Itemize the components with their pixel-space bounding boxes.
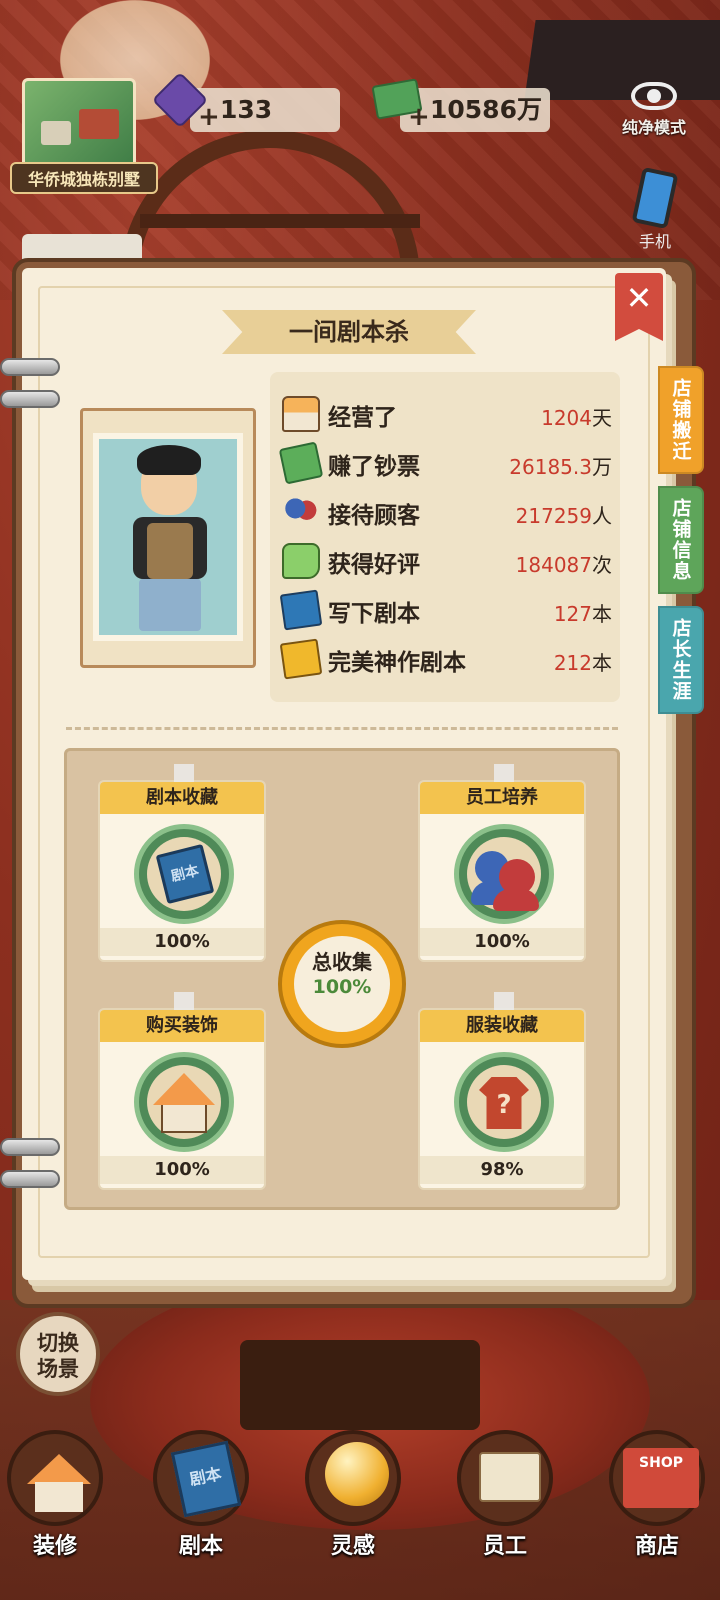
stat-label: 接待顾客 — [328, 503, 420, 529]
card-percent: 100% — [100, 1156, 264, 1184]
card-title: 员工培养 — [420, 782, 584, 814]
nav-inspiration[interactable]: 灵感 — [298, 1430, 408, 1580]
card-icon-ring: 剧本 — [134, 824, 234, 924]
staff-icon — [467, 837, 541, 911]
script-book-icon — [279, 589, 323, 631]
binder-ring — [0, 1138, 60, 1156]
house-icon — [147, 1065, 221, 1139]
stat-label: 赚了钞票 — [328, 454, 420, 480]
binder-ring — [0, 1170, 60, 1188]
stat-row-reviews: 获得好评 184087次 — [282, 539, 612, 583]
script-book-icon: 剧本 — [153, 1430, 249, 1526]
card-percent: 100% — [420, 928, 584, 956]
card-icon-ring — [454, 824, 554, 924]
stat-row-masterpieces: 完美神作剧本 212本 — [279, 637, 612, 681]
card-percent: 100% — [100, 928, 264, 956]
table — [240, 1340, 480, 1430]
card-icon-ring — [134, 1052, 234, 1152]
nav-label: 员工 — [482, 1534, 527, 1559]
total-collection-ring: 总收集 100% — [278, 920, 406, 1048]
house-icon — [282, 396, 320, 432]
staff-badge-icon — [457, 1430, 553, 1526]
gem-amount: 133 — [220, 95, 273, 124]
stat-value: 184087次 — [515, 553, 612, 577]
stat-value: 1204天 — [541, 406, 612, 430]
nav-shop[interactable]: SHOP 商店 — [602, 1430, 712, 1580]
nav-staff[interactable]: 员工 — [450, 1430, 560, 1580]
shirt-icon: ? — [479, 1077, 529, 1129]
tab-store-info[interactable]: 店铺信息 — [658, 486, 704, 594]
switch-scene-line1: 切换 — [37, 1331, 79, 1355]
nav-script[interactable]: 剧本 剧本 — [146, 1430, 256, 1580]
stat-value: 212本 — [553, 651, 612, 675]
card-title: 剧本收藏 — [100, 782, 264, 814]
switch-scene-button[interactable]: 切换 场景 — [16, 1312, 100, 1396]
location-thumbnail[interactable] — [22, 78, 136, 170]
card-buy-decoration[interactable]: 购买装饰 100% — [98, 992, 266, 1190]
nav-label: 商店 — [634, 1534, 679, 1559]
add-cash-icon[interactable]: + — [408, 104, 430, 130]
total-collection-value: 100% — [312, 976, 372, 998]
stat-value: 26185.3万 — [509, 455, 612, 479]
stat-row-customers: 接待顾客 217259人 — [282, 490, 612, 534]
total-collection-label: 总收集 — [312, 950, 372, 974]
cash-counter[interactable]: + 10586万 — [371, 78, 550, 132]
pure-mode-button[interactable]: 纯净模式 — [606, 78, 702, 144]
stat-label: 写下剧本 — [328, 601, 420, 627]
tab-manager-career[interactable]: 店长生涯 — [658, 606, 704, 714]
script-book-icon: 剧本 — [155, 843, 215, 905]
stat-row-money: 赚了钞票 26185.3万 — [278, 441, 612, 485]
customers-icon — [282, 494, 320, 530]
nav-label: 灵感 — [330, 1534, 375, 1559]
stat-label: 完美神作剧本 — [328, 650, 466, 676]
card-percent: 98% — [420, 1156, 584, 1184]
switch-scene-line2: 场景 — [37, 1357, 79, 1381]
shelf — [140, 214, 420, 228]
binder-ring — [0, 358, 60, 376]
money-icon — [278, 441, 324, 485]
stat-label: 经营了 — [328, 405, 397, 431]
pure-mode-label: 纯净模式 — [621, 118, 686, 137]
card-title: 服装收藏 — [420, 1010, 584, 1042]
store-title: 一间剧本杀 — [222, 310, 476, 354]
stat-row-days: 经营了 1204天 — [282, 392, 612, 436]
card-title: 购买装饰 — [100, 1010, 264, 1042]
add-gems-icon[interactable]: + — [198, 104, 220, 130]
character-avatar — [93, 433, 243, 641]
card-staff-training[interactable]: 员工培养 100% — [418, 764, 586, 962]
gold-script-icon — [279, 638, 323, 680]
location-name: 华侨城独栋别墅 — [10, 162, 158, 194]
manager-portrait — [80, 408, 256, 668]
decorate-house-icon — [7, 1430, 103, 1526]
stat-label: 获得好评 — [328, 552, 420, 578]
cash-amount: 10586万 — [430, 95, 542, 124]
stat-value: 217259人 — [515, 504, 612, 528]
eye-icon — [631, 82, 677, 110]
stat-row-scripts: 写下剧本 127本 — [279, 588, 612, 632]
phone-icon — [631, 166, 679, 230]
close-button[interactable]: ✕ — [615, 273, 663, 341]
nav-decorate[interactable]: 装修 — [0, 1430, 110, 1580]
tab-store-relocation[interactable]: 店铺搬迁 — [658, 366, 704, 474]
thumbs-up-icon — [282, 543, 320, 579]
gem-counter[interactable]: + 133 — [151, 71, 340, 132]
nav-label: 剧本 — [178, 1534, 223, 1559]
card-costume-collection[interactable]: 服装收藏 ? 98% — [418, 992, 586, 1190]
crystal-ball-icon — [305, 1430, 401, 1526]
nav-label: 装修 — [32, 1534, 77, 1559]
stat-value: 127本 — [553, 602, 612, 626]
shop-icon: SHOP — [609, 1430, 705, 1526]
phone-button[interactable]: 手机 — [620, 166, 690, 260]
card-script-collection[interactable]: 剧本收藏 剧本 100% — [98, 764, 266, 962]
dashed-divider — [66, 727, 618, 730]
card-icon-ring: ? — [454, 1052, 554, 1152]
location-card[interactable]: 华侨城独栋别墅 — [10, 78, 158, 196]
binder-ring — [0, 390, 60, 408]
phone-label: 手机 — [638, 232, 671, 251]
